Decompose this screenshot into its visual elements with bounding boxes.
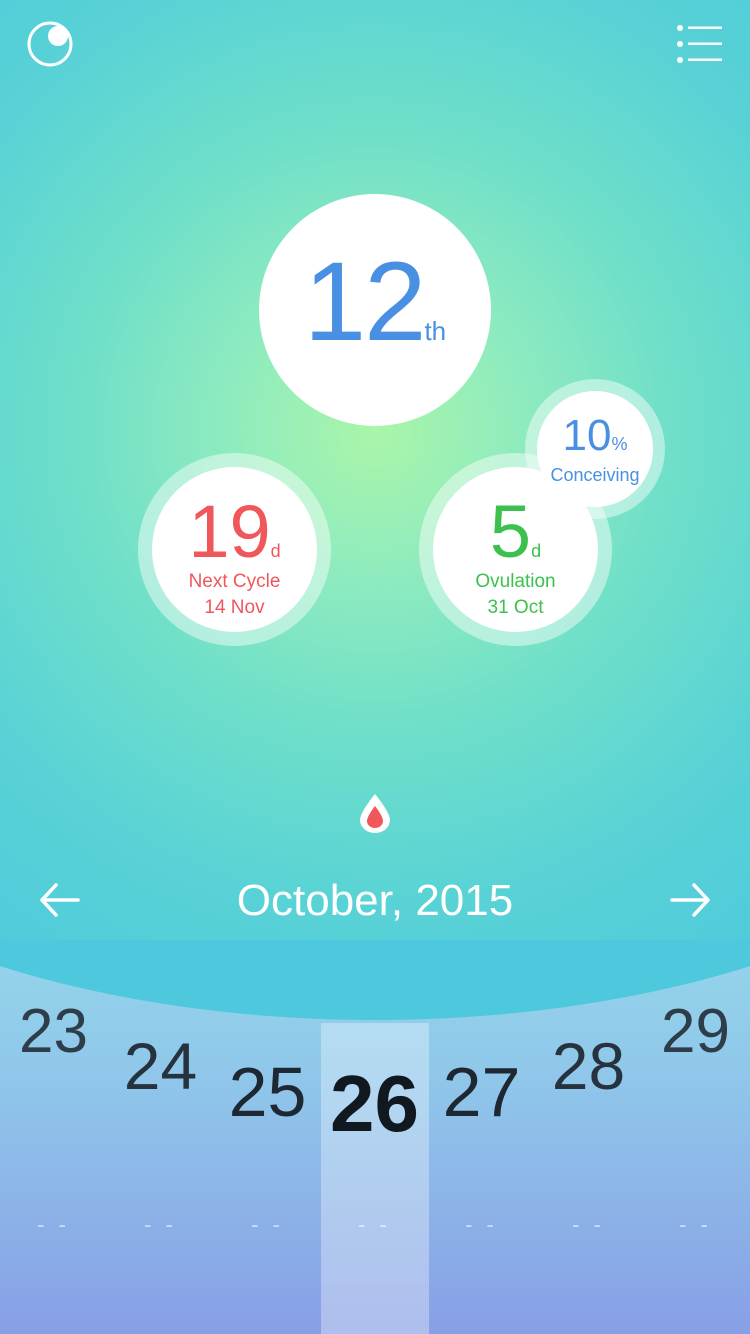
next-cycle-unit: d xyxy=(270,541,281,561)
calendar-dash-27: - - xyxy=(465,1212,498,1237)
ovulation-label: Ovulation xyxy=(475,571,556,592)
calendar-day-26-selected[interactable]: 26 xyxy=(321,1058,428,1150)
ovulation-date: 31 Oct xyxy=(487,597,544,618)
calendar-day-28[interactable]: 28 xyxy=(535,1028,642,1104)
next-cycle-circle[interactable]: 19d Next Cycle 14 Nov xyxy=(152,467,317,632)
moon-logo-icon[interactable] xyxy=(26,20,74,68)
calendar-dash-24: - - xyxy=(144,1212,177,1237)
arrow-right-icon[interactable] xyxy=(668,878,712,922)
cycle-day-circle[interactable]: 12th xyxy=(259,194,491,426)
calendar-strip[interactable]: 23 24 25 26 27 28 29 - - - - - - - - - -… xyxy=(0,940,750,1334)
arrow-left-icon[interactable] xyxy=(38,878,82,922)
conceiving-value-wrap: 10% xyxy=(537,413,653,467)
month-title: October, 2015 xyxy=(236,876,514,925)
calendar-day-25[interactable]: 25 xyxy=(214,1052,321,1132)
conceiving-value: 10 xyxy=(562,411,612,460)
menu-list-icon[interactable] xyxy=(676,24,724,66)
calendar-day-29[interactable]: 29 xyxy=(642,996,749,1067)
next-cycle-date: 14 Nov xyxy=(204,597,265,618)
calendar-day-24[interactable]: 24 xyxy=(107,1028,214,1104)
calendar-dash-26: - - xyxy=(358,1212,391,1237)
calendar-dash-23: - - xyxy=(37,1212,70,1237)
cycle-day-number: 12 xyxy=(303,239,427,364)
next-cycle-label: Next Cycle xyxy=(188,571,281,592)
calendar-dash-29: - - xyxy=(679,1212,712,1237)
calendar-day-27[interactable]: 27 xyxy=(428,1052,535,1132)
conceiving-unit: % xyxy=(611,434,628,454)
ovulation-value: 5 xyxy=(489,490,532,573)
next-cycle-value: 19 xyxy=(188,490,271,573)
calendar-arc xyxy=(0,940,750,1020)
month-navigation: October, 2015 xyxy=(0,870,750,934)
cycle-day-value: 12th xyxy=(259,246,491,387)
conceiving-circle[interactable]: 10% Conceiving xyxy=(537,391,653,507)
calendar-day-23[interactable]: 23 xyxy=(0,996,107,1067)
calendar-dash-25: - - xyxy=(251,1212,284,1237)
cycle-day-suffix: th xyxy=(424,316,447,346)
conceiving-label: Conceiving xyxy=(550,465,640,485)
blood-drop-icon[interactable] xyxy=(357,792,393,834)
ovulation-unit: d xyxy=(531,541,542,561)
calendar-dash-28: - - xyxy=(572,1212,605,1237)
